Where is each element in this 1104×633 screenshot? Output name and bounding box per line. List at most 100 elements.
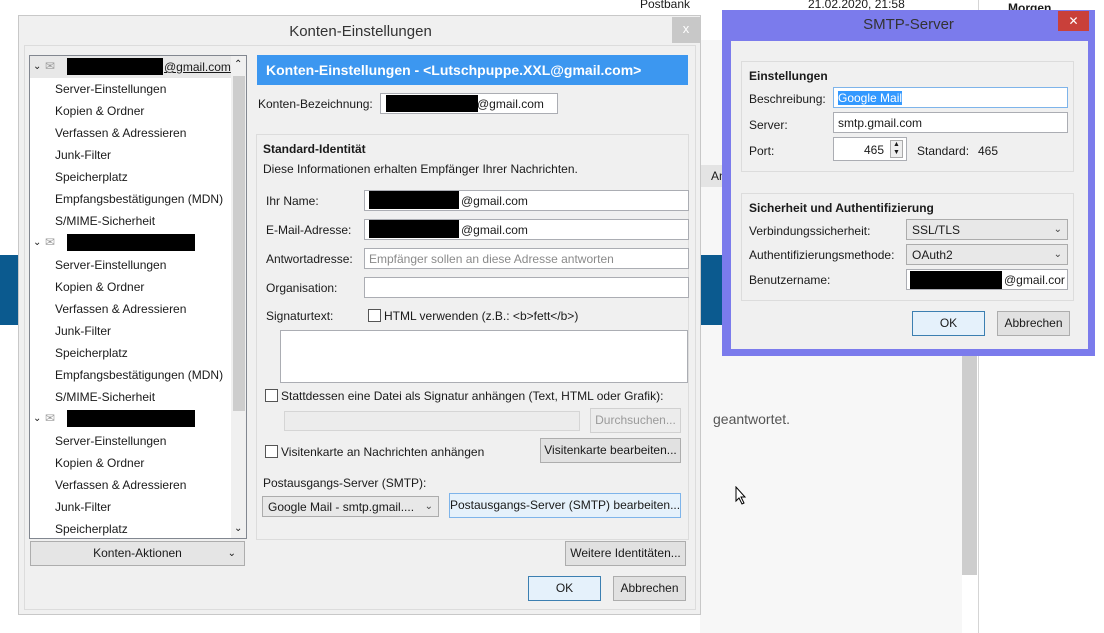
account-name-value: @gmail.com [477, 97, 544, 111]
account-actions-button[interactable]: Konten-Aktionen ⌄ [30, 541, 245, 566]
redaction [369, 191, 459, 209]
envelope-icon: ✉ [45, 411, 56, 425]
account-name-label: Konten-Bezeichnung: [258, 97, 373, 111]
vcard-checkbox[interactable] [265, 445, 278, 458]
edit-vcard-button[interactable]: Visitenkarte bearbeiten... [540, 438, 681, 463]
file-signature-label[interactable]: Stattdessen eine Datei als Signatur anhä… [281, 389, 663, 403]
ok-button[interactable]: OK [528, 576, 601, 601]
html-checkbox-label[interactable]: HTML verwenden (z.B.: <b>fett</b>) [384, 309, 578, 323]
close-button[interactable]: ✕ [1058, 11, 1089, 31]
server-input[interactable]: smtp.gmail.com [833, 112, 1068, 133]
signature-file-input[interactable] [284, 411, 580, 431]
signature-label: Signaturtext: [266, 309, 334, 323]
smtp-select-value: Google Mail - smtp.gmail.... [268, 500, 415, 514]
smtp-ok-button[interactable]: OK [912, 311, 985, 336]
settings-title: Einstellungen [749, 69, 828, 83]
smtp-dialog-title: SMTP-Server [863, 16, 954, 33]
tree-item[interactable]: S/MIME-Sicherheit [55, 390, 155, 404]
port-spinner[interactable]: 465 ▲ ▼ [833, 137, 907, 161]
browse-button[interactable]: Durchsuchen... [590, 408, 681, 433]
tree-item[interactable]: Junk-Filter [55, 148, 111, 162]
tree-item[interactable]: Junk-Filter [55, 324, 111, 338]
tree-item[interactable]: Verfassen & Adressieren [55, 126, 186, 140]
tree-item[interactable]: Kopien & Ordner [55, 280, 144, 294]
port-value: 465 [863, 143, 884, 157]
bg-answered: geantwortet. [713, 411, 791, 427]
background-blue-band-right [700, 255, 722, 325]
email-label: E-Mail-Adresse: [266, 223, 352, 237]
connection-security-value: SSL/TLS [912, 223, 961, 237]
connection-security-select[interactable]: SSL/TLS ⌄ [906, 219, 1068, 240]
scrollbar-thumb[interactable] [233, 76, 245, 411]
tree-item[interactable]: S/MIME-Sicherheit [55, 214, 155, 228]
tree-item[interactable]: Server-Einstellungen [55, 434, 166, 448]
redaction [910, 271, 1002, 289]
smtp-select[interactable]: Google Mail - smtp.gmail.... ⌄ [262, 496, 439, 517]
background-scrollbar[interactable] [962, 355, 977, 575]
tree-item[interactable]: Verfassen & Adressieren [55, 478, 186, 492]
tree-item[interactable]: Speicherplatz [55, 522, 128, 536]
tree-account[interactable]: ⌄ ✉ [33, 234, 231, 251]
tree-item[interactable]: Empfangsbestätigungen (MDN) [55, 192, 223, 206]
tree-account[interactable]: ⌄ ✉ [33, 410, 231, 427]
scroll-down-icon[interactable]: ⌄ [234, 522, 242, 536]
tree-item[interactable]: Kopien & Ordner [55, 104, 144, 118]
background-blue-band [0, 255, 18, 325]
close-button[interactable]: x [672, 17, 700, 43]
server-label: Server: [749, 118, 788, 132]
description-input[interactable]: Google Mail [833, 87, 1068, 108]
redaction [67, 58, 163, 75]
default-value: 465 [978, 144, 999, 158]
security-title: Sicherheit und Authentifizierung [749, 201, 934, 215]
redaction [67, 410, 195, 427]
chevron-down-icon: ⌄ [424, 501, 433, 512]
chevron-down-icon[interactable]: ⌄ [33, 60, 41, 74]
spinner-arrows-icon[interactable]: ▲ ▼ [890, 140, 903, 158]
account-name: @gmail.com [164, 60, 231, 74]
tree-item[interactable]: Junk-Filter [55, 500, 111, 514]
reply-placeholder: Empfänger sollen an diese Adresse antwor… [369, 252, 614, 266]
description-label: Beschreibung: [749, 92, 826, 106]
vcard-label[interactable]: Visitenkarte an Nachrichten anhängen [281, 445, 484, 459]
chevron-down-icon: ⌄ [227, 548, 236, 559]
reply-input[interactable]: Empfänger sollen an diese Adresse antwor… [364, 248, 689, 269]
smtp-cancel-button[interactable]: Abbrechen [997, 311, 1070, 336]
server-value: smtp.gmail.com [838, 116, 923, 130]
chevron-down-icon: ⌄ [1053, 249, 1062, 260]
tree-scrollbar[interactable]: ⌃ ⌄ [231, 56, 246, 538]
bg-postbank: Postbank [640, 0, 691, 11]
identity-title: Standard-Identität [263, 142, 366, 156]
auth-method-select[interactable]: OAuth2 ⌄ [906, 244, 1068, 265]
tree-account[interactable]: ⌄ ✉ @gmail.com [33, 58, 231, 75]
smtp-label: Postausgangs-Server (SMTP): [263, 476, 427, 490]
username-label: Benutzername: [749, 273, 831, 287]
html-checkbox[interactable] [368, 309, 381, 322]
more-identities-button[interactable]: Weitere Identitäten... [565, 541, 686, 566]
envelope-icon: ✉ [45, 235, 56, 249]
chevron-down-icon[interactable]: ⌄ [33, 412, 41, 426]
email-value: @gmail.com [461, 223, 528, 237]
tree-item[interactable]: Speicherplatz [55, 346, 128, 360]
tree-item[interactable]: Verfassen & Adressieren [55, 302, 186, 316]
scroll-up-icon[interactable]: ⌃ [234, 58, 242, 72]
dialog-title: Konten-Einstellungen [289, 23, 432, 40]
file-signature-checkbox[interactable] [265, 389, 278, 402]
tree-item[interactable]: Empfangsbestätigungen (MDN) [55, 368, 223, 382]
org-input[interactable] [364, 277, 689, 298]
account-header: Konten-Einstellungen - <Lutschpuppe.XXL@… [257, 55, 688, 85]
signature-textarea[interactable] [280, 330, 688, 383]
redaction [67, 234, 195, 251]
name-label: Ihr Name: [266, 194, 319, 208]
auth-method-label: Authentifizierungsmethode: [749, 248, 895, 262]
reply-label: Antwortadresse: [266, 252, 353, 266]
envelope-icon: ✉ [45, 59, 56, 73]
tree-item[interactable]: Speicherplatz [55, 170, 128, 184]
identity-desc: Diese Informationen erhalten Empfänger I… [263, 162, 578, 176]
tree-item[interactable]: Server-Einstellungen [55, 82, 166, 96]
edit-smtp-button[interactable]: Postausgangs-Server (SMTP) bearbeiten... [449, 493, 681, 518]
cancel-button[interactable]: Abbrechen [613, 576, 686, 601]
default-label: Standard: [917, 144, 970, 158]
tree-item[interactable]: Server-Einstellungen [55, 258, 166, 272]
chevron-down-icon[interactable]: ⌄ [33, 236, 41, 250]
tree-item[interactable]: Kopien & Ordner [55, 456, 144, 470]
